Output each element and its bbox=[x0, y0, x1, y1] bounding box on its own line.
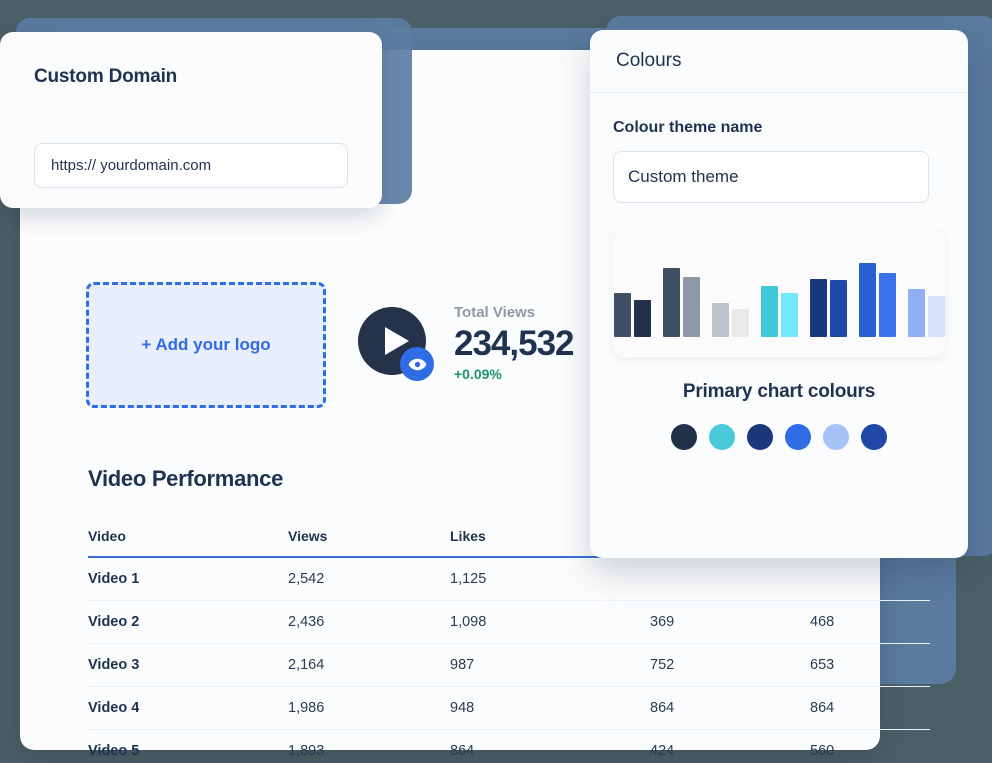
stage: + Add your logo Total Views 234,532 +0.0… bbox=[0, 0, 992, 763]
table-row[interactable]: Video 1 2,542 1,125 bbox=[88, 557, 930, 601]
bar-group bbox=[760, 245, 798, 337]
chart-bar bbox=[809, 279, 827, 337]
bar-group bbox=[613, 245, 651, 337]
cell-video: Video 2 bbox=[88, 600, 288, 644]
cell-shares: 653 bbox=[810, 643, 930, 687]
chart-bar bbox=[878, 273, 896, 337]
colours-panel: Colours Colour theme name Primary chart … bbox=[590, 30, 968, 558]
cell-comments: 424 bbox=[650, 743, 675, 759]
bar-group bbox=[662, 245, 700, 337]
cell-comments: 369 bbox=[650, 600, 810, 644]
video-performance-title: Video Performance bbox=[88, 466, 284, 491]
cell-shares bbox=[810, 557, 930, 601]
cell-views: 2,164 bbox=[288, 643, 450, 687]
bar-group bbox=[711, 245, 749, 337]
cell-comments: 752 bbox=[650, 643, 810, 687]
cell-views: 1,893 bbox=[288, 743, 325, 759]
bar-group bbox=[858, 245, 896, 337]
video-performance-table: Video Views Likes Video 1 2,542 1,125 Vi… bbox=[88, 528, 930, 763]
cell-video: Video 4 bbox=[88, 686, 288, 730]
colours-panel-header: Colours bbox=[590, 30, 968, 93]
chart-bar bbox=[927, 296, 945, 337]
primary-colour-swatches bbox=[613, 424, 945, 450]
eye-icon bbox=[400, 347, 434, 381]
stat-delta: +0.09% bbox=[454, 366, 502, 383]
theme-name-input[interactable] bbox=[613, 151, 929, 203]
colour-swatch-5[interactable] bbox=[823, 424, 849, 450]
colour-swatch-1[interactable] bbox=[671, 424, 697, 450]
bar-group bbox=[809, 245, 847, 337]
preview-bar-chart bbox=[613, 245, 945, 337]
table-row[interactable]: Video 4 1,986 948 864 864 bbox=[88, 686, 930, 730]
stat-value: 234,532 bbox=[454, 324, 575, 363]
cell-shares: 468 bbox=[810, 600, 930, 644]
chart-bar bbox=[907, 289, 925, 337]
custom-domain-input[interactable] bbox=[34, 143, 348, 188]
colours-panel-title: Colours bbox=[616, 50, 682, 71]
chart-bar bbox=[829, 280, 847, 337]
chart-bar bbox=[780, 293, 798, 337]
cell-views: 2,542 bbox=[288, 557, 450, 601]
cell-likes: 864 bbox=[450, 743, 475, 759]
chart-bar bbox=[662, 268, 680, 337]
table-row[interactable]: Video 5 1,893 864 424 560 bbox=[88, 730, 930, 763]
cell-views: 2,436 bbox=[288, 600, 450, 644]
cell-video: Video 5 bbox=[88, 743, 140, 759]
cell-shares: 864 bbox=[810, 686, 930, 730]
chart-bar bbox=[633, 300, 651, 337]
chart-bar bbox=[711, 303, 729, 337]
stat-label: Total Views bbox=[454, 304, 536, 321]
cell-comments: 864 bbox=[650, 686, 810, 730]
add-logo-label: + Add your logo bbox=[141, 335, 271, 354]
chart-bar bbox=[760, 286, 778, 337]
cell-likes: 987 bbox=[450, 643, 650, 687]
custom-domain-card: Custom Domain bbox=[0, 32, 382, 208]
colours-panel-body: Colour theme name Primary chart colours bbox=[590, 93, 968, 450]
table-row[interactable]: Video 2 2,436 1,098 369 468 bbox=[88, 600, 930, 644]
chart-bar bbox=[731, 309, 749, 337]
cell-comments bbox=[650, 557, 810, 601]
cell-likes: 948 bbox=[450, 686, 650, 730]
cell-video: Video 1 bbox=[88, 557, 288, 601]
theme-name-label: Colour theme name bbox=[613, 119, 763, 136]
cell-views: 1,986 bbox=[288, 686, 450, 730]
stat-text-group: Total Views 234,532 +0.09% bbox=[454, 300, 575, 383]
cell-video: Video 3 bbox=[88, 643, 288, 687]
colour-swatch-4[interactable] bbox=[785, 424, 811, 450]
colour-swatch-6[interactable] bbox=[861, 424, 887, 450]
table-row[interactable]: Video 3 2,164 987 752 653 bbox=[88, 643, 930, 687]
column-header-video[interactable]: Video bbox=[88, 528, 288, 558]
colour-swatch-3[interactable] bbox=[747, 424, 773, 450]
cell-likes: 1,125 bbox=[450, 557, 650, 601]
column-header-views[interactable]: Views bbox=[288, 528, 450, 558]
cell-shares: 560 bbox=[810, 743, 835, 759]
custom-domain-title: Custom Domain bbox=[34, 66, 178, 87]
play-circle-eye-icon bbox=[358, 307, 434, 381]
bar-group bbox=[907, 245, 945, 337]
chart-preview-tile bbox=[613, 230, 945, 357]
chart-bar bbox=[613, 293, 631, 337]
colour-swatch-2[interactable] bbox=[709, 424, 735, 450]
table-body: Video 1 2,542 1,125 Video 2 2,436 1,098 … bbox=[88, 557, 930, 763]
total-views-stat: Total Views 234,532 +0.09% bbox=[358, 300, 575, 383]
chart-bar bbox=[858, 263, 876, 337]
primary-chart-colours-title: Primary chart colours bbox=[682, 381, 876, 402]
add-logo-dropzone[interactable]: + Add your logo bbox=[86, 282, 326, 408]
chart-bar bbox=[682, 277, 700, 337]
cell-likes: 1,098 bbox=[450, 600, 650, 644]
